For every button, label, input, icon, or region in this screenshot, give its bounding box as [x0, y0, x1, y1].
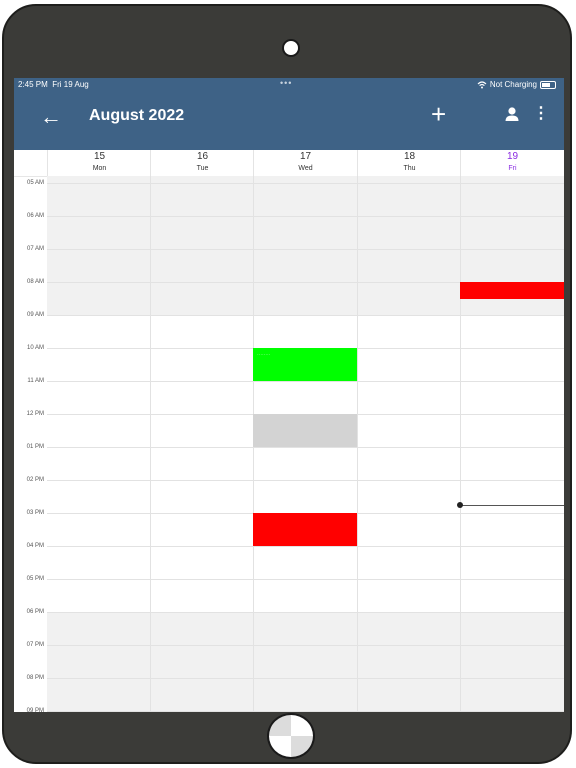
hour-label: 04 PM: [26, 543, 44, 549]
battery-icon: [540, 80, 556, 89]
day-column-header-tue[interactable]: 16 Tue: [150, 150, 254, 176]
day-column-header-mon[interactable]: 15 Mon: [47, 150, 151, 176]
current-time-dot: [457, 501, 463, 508]
day-column-header-wed[interactable]: 17 Wed: [253, 150, 357, 176]
day-divider: [460, 176, 461, 712]
hour-label: 03 PM: [26, 510, 44, 516]
hour-line: [47, 546, 564, 547]
hour-label: 05 AM: [26, 180, 44, 186]
hour-label: 05 PM: [26, 576, 44, 582]
day-number: 18: [403, 151, 416, 162]
calendar-event[interactable]: [253, 513, 357, 546]
more-vertical-icon[interactable]: ⋮: [533, 105, 549, 123]
hour-line: [47, 315, 564, 316]
back-arrow-icon[interactable]: ←: [40, 106, 62, 128]
day-number: 17: [299, 151, 312, 162]
status-right: Not Charging: [477, 80, 556, 89]
calendar-event[interactable]: [253, 414, 357, 447]
hour-line: [47, 249, 564, 250]
multitask-dots-icon[interactable]: •••: [280, 78, 292, 88]
day-name: Wed: [298, 165, 313, 172]
hour-label: 11 AM: [27, 378, 44, 384]
person-icon[interactable]: [504, 106, 520, 122]
hour-label: 06 PM: [26, 609, 44, 615]
hour-label: 08 AM: [26, 279, 44, 285]
month-title[interactable]: August 2022: [89, 106, 184, 126]
app-screen: 2:45 PM Fri 19 Aug ••• Not Charging ← Au…: [14, 78, 564, 712]
tablet-frame: 2:45 PM Fri 19 Aug ••• Not Charging ← Au…: [2, 4, 572, 764]
time-grid[interactable]: 05 AM 06 AM 07 AM 08 AM 09 AM 10 AM 11 AM 12 PM…: [14, 176, 564, 712]
day-name: Tue: [196, 165, 209, 172]
home-button[interactable]: [267, 713, 315, 759]
week-day-header: 15 Mon 16 Tue 17 Wed 18 Thu 19 Fri: [14, 150, 564, 177]
day-name: Fri: [508, 165, 517, 172]
app-bar: ← August 2022 + ⋮: [14, 92, 564, 150]
hour-label: 02 PM: [26, 477, 44, 483]
day-divider: [150, 176, 151, 712]
hour-label: 10 AM: [26, 345, 44, 351]
status-time: 2:45 PM Fri 19 Aug: [18, 80, 89, 89]
hour-line: [47, 381, 564, 382]
calendar-event[interactable]: ........: [253, 348, 357, 381]
hour-label: 08 PM: [26, 675, 44, 681]
hour-line: [47, 678, 564, 679]
hour-label: 09 PM: [26, 708, 44, 712]
hour-label: 07 AM: [26, 246, 44, 252]
hour-line: [47, 447, 564, 448]
hour-line: [47, 711, 564, 712]
status-date: Fri 19 Aug: [52, 80, 89, 89]
day-name: Mon: [92, 165, 107, 172]
charging-status: Not Charging: [489, 80, 537, 89]
hour-line: [47, 183, 564, 184]
hour-label: 01 PM: [26, 444, 44, 450]
day-name: Thu: [403, 165, 416, 172]
wifi-icon: [477, 80, 487, 88]
day-column-header-fri[interactable]: 19 Fri: [460, 150, 564, 176]
hour-label: 07 PM: [26, 642, 44, 648]
hour-label: 06 AM: [26, 213, 44, 219]
hour-label: 09 AM: [26, 312, 44, 318]
hour-line: [47, 612, 564, 613]
add-event-plus-icon[interactable]: +: [431, 101, 446, 127]
off-hours-band: [47, 612, 564, 712]
day-number: 16: [196, 151, 209, 162]
hour-line: [47, 645, 564, 646]
day-divider: [357, 176, 358, 712]
calendar-event[interactable]: [460, 282, 564, 299]
hour-line: [47, 480, 564, 481]
day-number: 19: [506, 151, 519, 162]
hour-line: [47, 216, 564, 217]
current-time-line: [460, 504, 564, 506]
hour-label: 12 PM: [26, 411, 44, 417]
day-number: 15: [93, 151, 106, 162]
day-column-header-thu[interactable]: 18 Thu: [357, 150, 461, 176]
front-camera: [282, 39, 300, 57]
hour-line: [47, 579, 564, 580]
status-bar: 2:45 PM Fri 19 Aug ••• Not Charging: [14, 78, 564, 92]
